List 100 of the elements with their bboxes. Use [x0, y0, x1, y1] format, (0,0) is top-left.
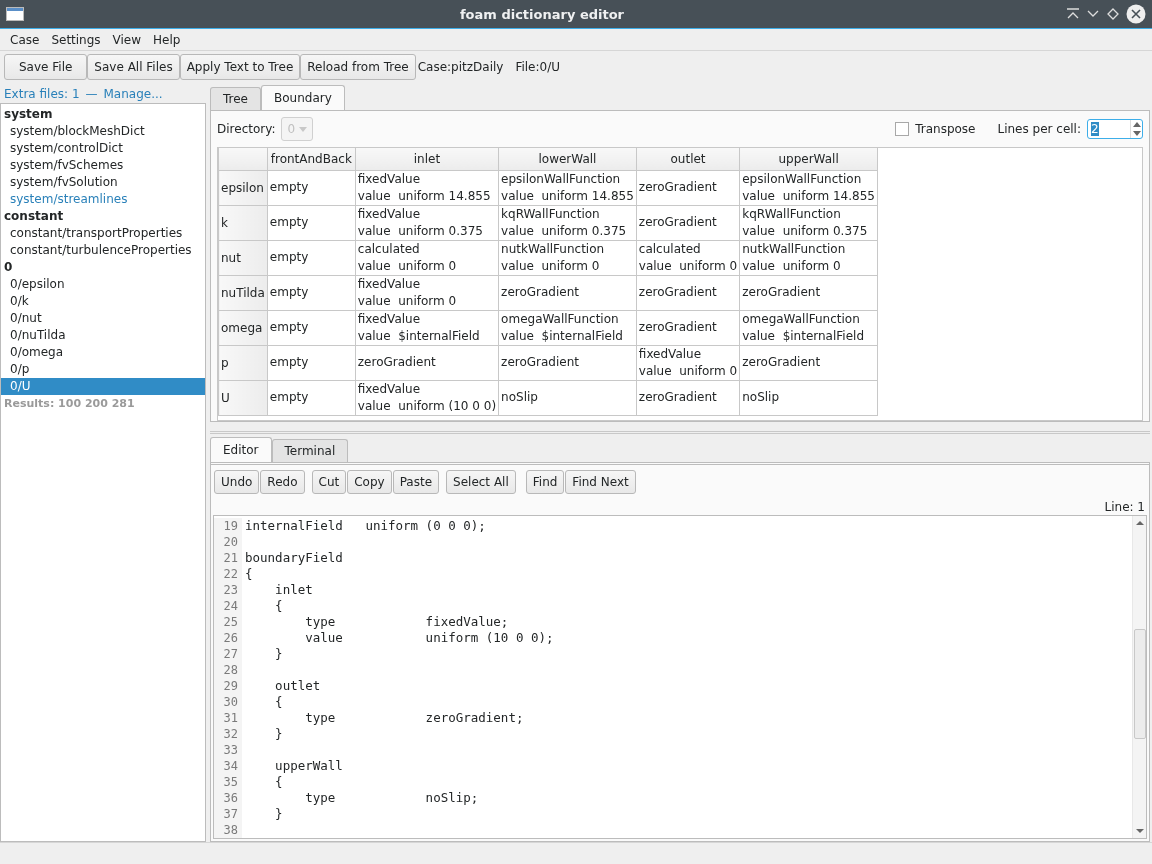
- tree-item[interactable]: system/blockMeshDict: [1, 123, 205, 140]
- column-header[interactable]: inlet: [355, 148, 499, 170]
- table-cell: omegaWallFunction value $internalField: [739, 310, 878, 345]
- table-cell: nutkWallFunction value uniform 0: [498, 240, 637, 275]
- tab[interactable]: Editor: [210, 437, 272, 462]
- app-icon: [6, 7, 24, 21]
- lines-per-cell-spinbox[interactable]: 2: [1087, 119, 1143, 139]
- table-cell: zeroGradient: [739, 345, 878, 380]
- menu-item[interactable]: Settings: [45, 32, 107, 47]
- tree-item[interactable]: system/streamlines: [1, 191, 205, 208]
- column-header[interactable]: lowerWall: [498, 148, 637, 170]
- row-header[interactable]: U: [218, 380, 268, 415]
- code-line: {: [274, 598, 283, 614]
- line-number: 21: [214, 550, 242, 566]
- menu-item[interactable]: Case: [4, 32, 46, 47]
- table-cell: zeroGradient: [636, 205, 740, 240]
- code-line: outlet: [274, 678, 321, 694]
- table-cell: fixedValue value $internalField: [355, 310, 499, 345]
- scrollbar-thumb[interactable]: [1134, 629, 1146, 739]
- keep-above-icon[interactable]: [1066, 8, 1080, 20]
- table-cell: omegaWallFunction value $internalField: [498, 310, 637, 345]
- tab[interactable]: Terminal: [271, 439, 349, 462]
- editor-button[interactable]: Copy: [347, 470, 392, 494]
- row-header[interactable]: epsilon: [218, 170, 268, 205]
- column-header[interactable]: frontAndBack: [267, 148, 356, 170]
- tree-item[interactable]: constant/transportProperties: [1, 225, 205, 242]
- tree-item[interactable]: system/fvSolution: [1, 174, 205, 191]
- table-cell: noSlip: [498, 380, 637, 415]
- tree-item[interactable]: 0/U: [1, 378, 205, 395]
- transpose-checkbox[interactable]: [895, 122, 910, 136]
- editor-button[interactable]: Paste: [392, 470, 440, 494]
- tab[interactable]: Boundary: [261, 85, 345, 110]
- tree-item[interactable]: 0/nuTilda: [1, 327, 205, 344]
- tree-item[interactable]: constant/turbulenceProperties: [1, 242, 205, 259]
- manage-link[interactable]: Manage...: [103, 87, 163, 101]
- editor-button[interactable]: Cut: [311, 470, 347, 494]
- line-number: 27: [214, 646, 242, 662]
- tab[interactable]: Tree: [210, 87, 261, 110]
- lines-per-cell-label: Lines per cell:: [997, 122, 1081, 136]
- tree-group[interactable]: 0: [1, 259, 205, 276]
- table-cell: nutkWallFunction value uniform 0: [739, 240, 878, 275]
- maximize-icon[interactable]: [1106, 7, 1120, 21]
- toolbar-button[interactable]: Reload from Tree: [300, 54, 416, 80]
- column-header[interactable]: outlet: [636, 148, 740, 170]
- tree-item[interactable]: 0/omega: [1, 344, 205, 361]
- table-cell: empty: [267, 275, 356, 310]
- table-cell: empty: [267, 380, 356, 415]
- code-line: type noSlip;: [304, 790, 479, 806]
- table-cell: noSlip: [739, 380, 878, 415]
- editor-button[interactable]: Select All: [446, 470, 516, 494]
- row-header[interactable]: p: [218, 345, 268, 380]
- table-cell: empty: [267, 205, 356, 240]
- menu-item[interactable]: View: [106, 32, 148, 47]
- editor-button[interactable]: Find Next: [565, 470, 636, 494]
- editor-button[interactable]: Find: [525, 470, 565, 494]
- editor-button[interactable]: Undo: [214, 470, 260, 494]
- line-number: 30: [214, 694, 242, 710]
- line-number: 36: [214, 790, 242, 806]
- tree-item[interactable]: system/controlDict: [1, 140, 205, 157]
- table-cell: calculated value uniform 0: [636, 240, 740, 275]
- tree-group[interactable]: system: [1, 106, 205, 123]
- directory-label: Directory:: [217, 122, 276, 136]
- menu-item[interactable]: Help: [147, 32, 187, 47]
- line-number: 19: [214, 518, 242, 534]
- table-cell: zeroGradient: [498, 345, 637, 380]
- column-header[interactable]: upperWall: [739, 148, 878, 170]
- toolbar-button[interactable]: Save All Files: [87, 54, 180, 80]
- table-cell: zeroGradient: [636, 275, 740, 310]
- row-header[interactable]: k: [218, 205, 268, 240]
- row-header[interactable]: omega: [218, 310, 268, 345]
- case-label: Case:pitzDaily: [417, 60, 504, 74]
- code-line: type zeroGradient;: [304, 710, 524, 726]
- tree-group[interactable]: constant: [1, 208, 205, 225]
- row-header[interactable]: nuTilda: [218, 275, 268, 310]
- toolbar-button[interactable]: Apply Text to Tree: [179, 54, 301, 80]
- table-cell: zeroGradient: [739, 275, 878, 310]
- line-number: 31: [214, 710, 242, 726]
- spin-arrows-icon[interactable]: [1130, 120, 1142, 138]
- tree-item[interactable]: 0/k: [1, 293, 205, 310]
- line-number: 20: [214, 534, 242, 550]
- table-cell: zeroGradient: [636, 310, 740, 345]
- extra-files-link[interactable]: Extra files: 1: [4, 87, 80, 101]
- scrollbar[interactable]: [1132, 516, 1146, 838]
- tree-item[interactable]: 0/p: [1, 361, 205, 378]
- results-text: Results: 100 200 281: [3, 396, 136, 412]
- tree-item[interactable]: 0/nut: [1, 310, 205, 327]
- code-line: upperWall: [274, 758, 343, 774]
- tree-item[interactable]: system/fvSchemes: [1, 157, 205, 174]
- close-icon[interactable]: [1126, 4, 1146, 24]
- separator-text: —: [85, 87, 98, 101]
- line-number: 37: [214, 806, 242, 822]
- table-cell: empty: [267, 240, 356, 275]
- row-header[interactable]: nut: [218, 240, 268, 275]
- editor-button[interactable]: Redo: [260, 470, 305, 494]
- code-line: }: [274, 726, 283, 742]
- line-number: 23: [214, 582, 242, 598]
- toolbar-button[interactable]: Save File: [4, 54, 88, 80]
- line-number: 33: [214, 742, 242, 758]
- tree-item[interactable]: 0/epsilon: [1, 276, 205, 293]
- code-line: inlet: [274, 582, 313, 598]
